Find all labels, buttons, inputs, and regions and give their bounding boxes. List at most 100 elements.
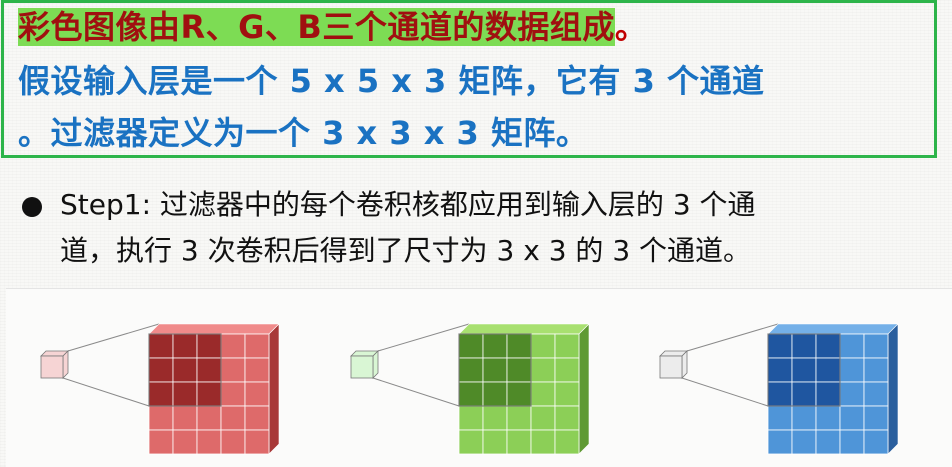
red-cube-cell <box>220 429 246 455</box>
green-cube-cell <box>506 381 532 407</box>
green-cube-cell <box>554 429 580 455</box>
blue-filter-side <box>681 350 688 379</box>
green-cube-cell <box>482 381 508 407</box>
step1-line-1: Step1: 过滤器中的每个卷积核都应用到输入层的 3 个通 <box>60 185 756 225</box>
green-cube-cell <box>482 357 508 383</box>
green-projection-line-top <box>377 323 470 352</box>
blue-cube-cell <box>839 333 865 359</box>
blue-cube-cell <box>863 357 889 383</box>
intro-line-3: 。过滤器定义为一个 3 x 3 x 3 矩阵。 <box>18 114 589 152</box>
green-cube-cell <box>506 429 532 455</box>
blue-cube-side <box>887 323 899 455</box>
green-cube-cell <box>506 357 532 383</box>
intro-line-1-b: 三个通道的数据组成 <box>322 8 615 46</box>
green-cube-cell <box>482 429 508 455</box>
green-projection-line-bottom <box>372 377 460 407</box>
red-cube-cell <box>196 405 222 431</box>
green-cube-cell <box>530 381 556 407</box>
green-cube-cell <box>554 357 580 383</box>
green-filter-front <box>350 355 374 379</box>
green-cube-cell <box>530 333 556 359</box>
red-projection-line-bottom <box>62 377 150 407</box>
green-cube-cell <box>458 381 484 407</box>
blue-cube-cell <box>863 333 889 359</box>
red-cube-cell <box>220 381 246 407</box>
blue-cube-cell <box>815 405 841 431</box>
intro-line-1-a: 彩色图像由 <box>18 8 181 46</box>
blue-projection-line-bottom <box>681 377 769 407</box>
red-cube-cell <box>244 381 270 407</box>
red-cube-cell <box>148 333 174 359</box>
green-cube-cell <box>458 429 484 455</box>
red-cube-cell <box>196 357 222 383</box>
red-cube-cell <box>148 405 174 431</box>
blue-cube-cell <box>767 381 793 407</box>
red-cube-cell <box>148 381 174 407</box>
green-cube-cell <box>554 381 580 407</box>
blue-cube-cell <box>767 333 793 359</box>
blue-cube-cell <box>839 429 865 455</box>
red-cube-cell <box>172 357 198 383</box>
convolution-figure <box>6 288 952 467</box>
red-cube-cell <box>220 405 246 431</box>
green-cube-cell <box>554 333 580 359</box>
green-cube-cell <box>530 357 556 383</box>
intro-line-1-rgb: R、G、B <box>180 8 323 46</box>
red-cube-cell <box>244 405 270 431</box>
blue-cube-cell <box>863 381 889 407</box>
red-cube-cell <box>220 357 246 383</box>
blue-cube-cell <box>839 405 865 431</box>
red-cube-cell <box>244 429 270 455</box>
step1-line-2: 道，执行 3 次卷积后得到了尺寸为 3 x 3 的 3 个通道。 <box>60 234 752 267</box>
green-cube-side <box>578 323 590 455</box>
green-cube-cell <box>506 333 532 359</box>
red-filter-front <box>40 355 64 379</box>
blue-cube-cell <box>767 357 793 383</box>
blue-cube-cell <box>767 429 793 455</box>
green-cube-cell <box>458 405 484 431</box>
red-cube-cell <box>196 333 222 359</box>
blue-cube-cell <box>815 381 841 407</box>
red-cube-top <box>148 323 280 335</box>
red-projection-line-top <box>67 323 160 352</box>
red-cube-cell <box>220 333 246 359</box>
blue-projection-line-top <box>686 323 779 352</box>
blue-cube-cell <box>863 429 889 455</box>
blue-cube-cell <box>839 357 865 383</box>
red-cube-cell <box>172 405 198 431</box>
blue-cube-cell <box>863 405 889 431</box>
red-cube-cell <box>196 381 222 407</box>
green-cube-cell <box>482 333 508 359</box>
blue-cube-top <box>767 323 899 335</box>
red-cube-cell <box>172 429 198 455</box>
red-cube-cell <box>172 381 198 407</box>
red-filter-side <box>62 350 69 379</box>
intro-line-2: 假设输入层是一个 5 x 5 x 3 矩阵，它有 3 个通道 <box>18 62 765 100</box>
green-cube-cell <box>458 357 484 383</box>
green-cube-cell <box>506 405 532 431</box>
blue-cube-cell <box>791 381 817 407</box>
blue-filter-front <box>659 355 683 379</box>
red-channel-group <box>40 323 280 455</box>
red-cube-cell <box>244 357 270 383</box>
red-cube-cell <box>172 333 198 359</box>
blue-cube-cell <box>815 333 841 359</box>
blue-cube-cell <box>839 381 865 407</box>
blue-cube-cell <box>791 333 817 359</box>
green-cube-cell <box>482 405 508 431</box>
red-cube-cell <box>148 357 174 383</box>
blue-cube-cell <box>791 429 817 455</box>
red-cube-cell <box>148 429 174 455</box>
red-cube-cell <box>244 333 270 359</box>
green-cube-top <box>458 323 590 335</box>
green-filter-side <box>372 350 379 379</box>
green-cube-cell <box>530 429 556 455</box>
green-channel-group <box>350 323 590 455</box>
blue-cube-cell <box>791 357 817 383</box>
red-cube-cell <box>196 429 222 455</box>
bullet-dot-icon <box>22 197 42 217</box>
red-cube-side <box>268 323 280 455</box>
green-cube-cell <box>530 405 556 431</box>
blue-cube-cell <box>815 429 841 455</box>
step1-label: Step1 <box>60 188 142 221</box>
